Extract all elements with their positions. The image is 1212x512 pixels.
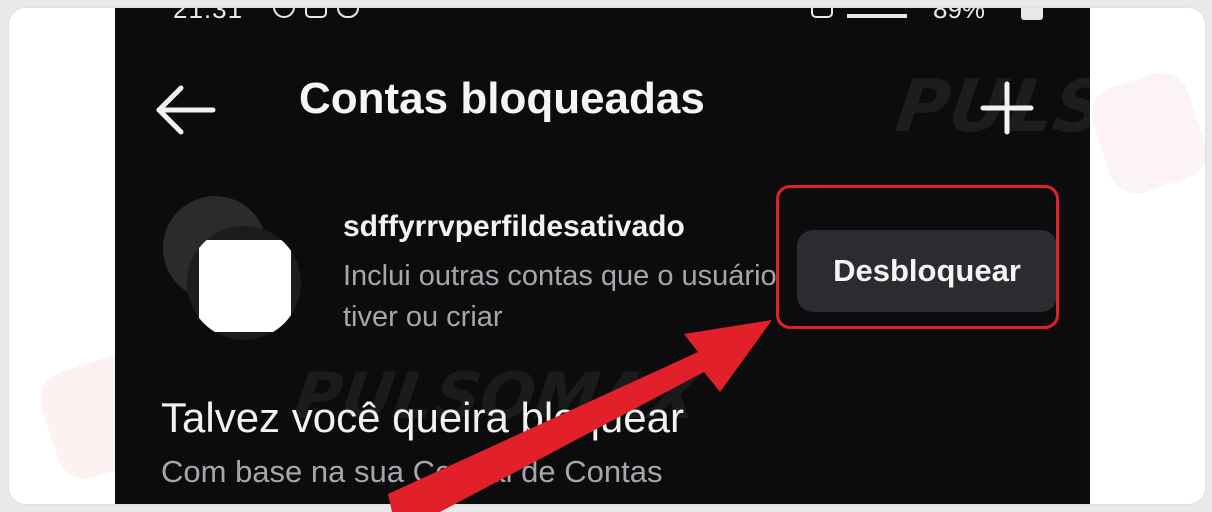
status-bar: 21:31 89% (115, 8, 1090, 24)
back-button[interactable] (151, 80, 221, 140)
attachment-icon (337, 8, 359, 18)
battery-percentage: 89% (933, 8, 986, 24)
app-header: Contas bloqueadas (115, 66, 1090, 146)
screenshot-frame: 21:31 89% PULSOMAX PULSOMAX Contas bloqu… (8, 7, 1206, 505)
add-blocked-account-button[interactable] (977, 78, 1037, 138)
arrow-left-icon (156, 85, 216, 135)
page-title: Contas bloqueadas (299, 74, 705, 123)
battery-icon (1021, 8, 1043, 20)
signal-icon (847, 8, 907, 18)
system-icons (811, 8, 907, 18)
status-time: 21:31 (173, 8, 244, 24)
message-icon (305, 8, 327, 18)
plus-icon (980, 81, 1034, 135)
suggestions-subtitle: Com base na sua Central de Contas (161, 454, 663, 489)
avatar-image (199, 240, 291, 332)
avatar (155, 196, 305, 346)
suggestions-title: Talvez você queira bloquear (161, 394, 684, 441)
avatar-primary (187, 226, 301, 340)
account-description: Inclui outras contas que o usuário tiver… (343, 260, 777, 333)
phone-screen: 21:31 89% PULSOMAX PULSOMAX Contas bloqu… (115, 8, 1090, 504)
whatsapp-icon (273, 8, 295, 18)
unblock-button[interactable]: Desbloquear (797, 230, 1057, 312)
account-username: sdffyrrvperfildesativado (343, 210, 685, 243)
sim-icon (811, 8, 833, 18)
blocked-account-row[interactable]: sdffyrrvperfildesativado Inclui outras c… (115, 196, 1090, 346)
notification-icons (273, 8, 359, 18)
watermark-badge-right (1084, 65, 1205, 201)
